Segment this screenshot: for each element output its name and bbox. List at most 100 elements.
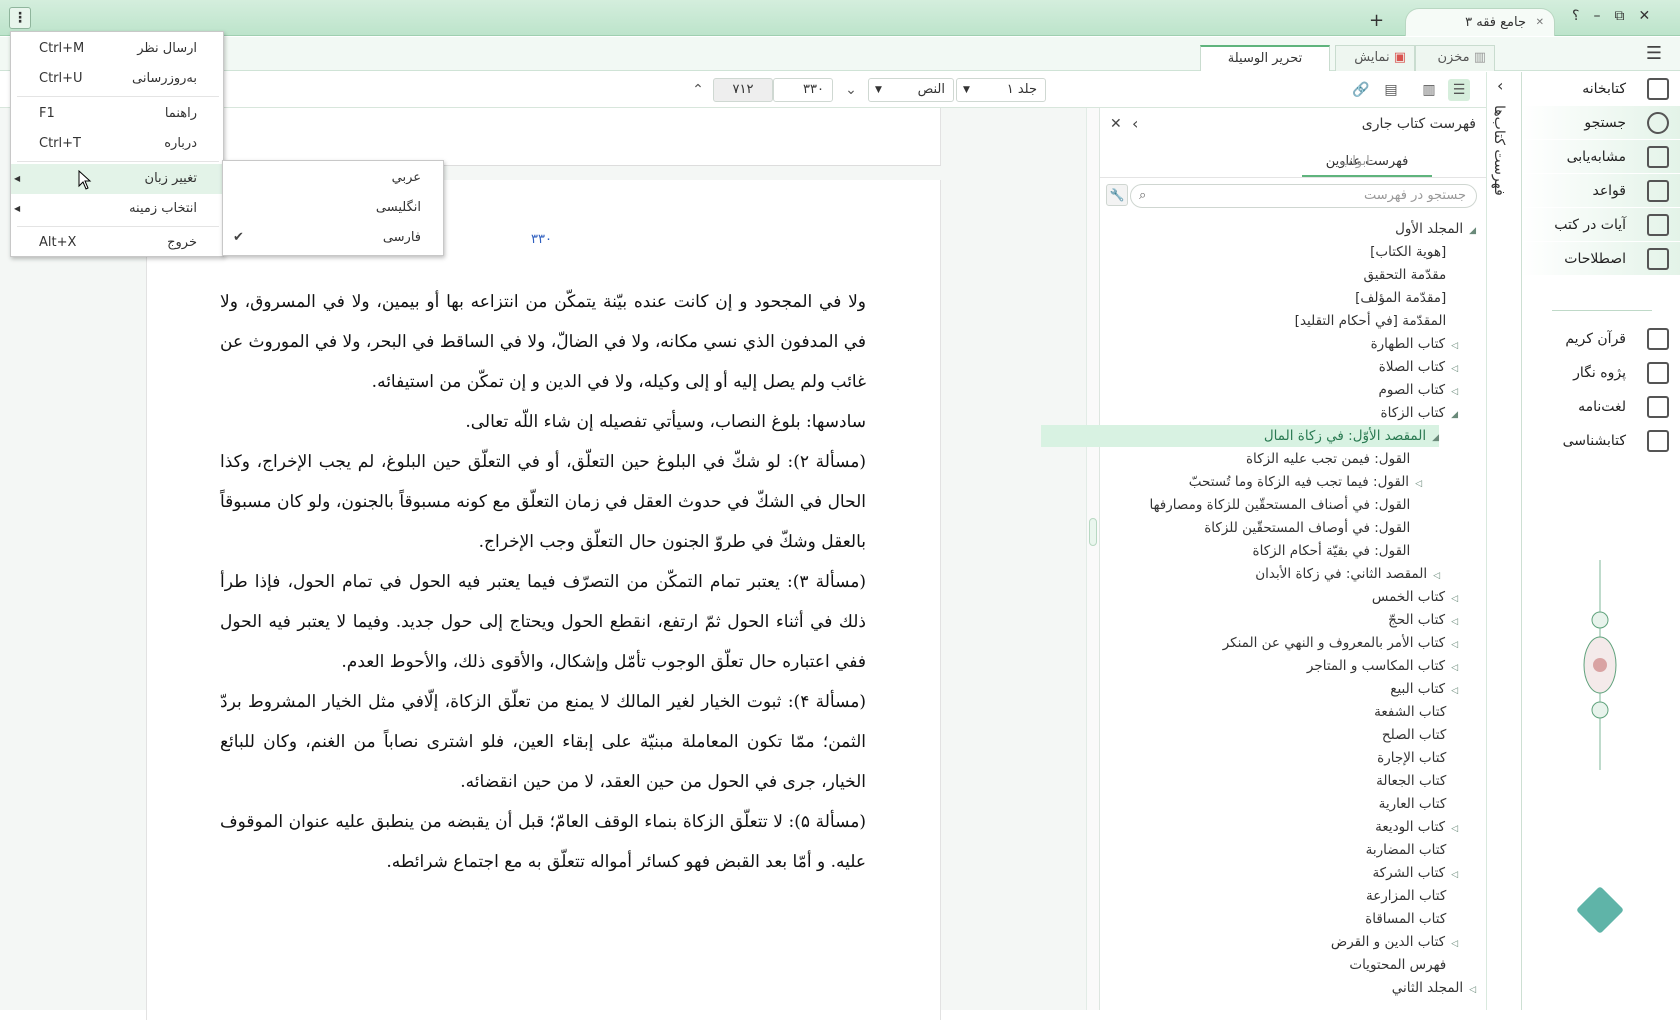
expand-arrow-icon[interactable]: ◢ (1469, 226, 1476, 236)
toc-tree-item[interactable]: القول: فيمن تجب عليه الزكاة (1246, 448, 1422, 470)
nav-research[interactable]: پژوه نگار (1522, 356, 1680, 390)
expand-arrow-icon[interactable]: ◁ (1451, 594, 1458, 604)
expand-arrow-icon[interactable]: ◁ (1451, 663, 1458, 673)
expand-arrow-icon[interactable] (1452, 249, 1458, 259)
book-view-icon[interactable]: ▥ (1418, 79, 1440, 101)
tab-storage[interactable]: ▥ مخزن (1415, 45, 1495, 71)
toc-tree-item[interactable]: ◁كتاب المكاسب و المتاجر (1307, 655, 1458, 677)
toc-tree-item[interactable]: كتاب المضاربة (1366, 839, 1458, 861)
expand-arrow-icon[interactable] (1452, 778, 1458, 788)
toc-tree-item[interactable]: كتاب المزارعة (1366, 885, 1458, 907)
nav-quran[interactable]: قرآن کریم (1522, 322, 1680, 356)
nav-search[interactable]: جستجو (1522, 106, 1680, 140)
toc-tree-item[interactable]: [مقدّمة المؤلف] (1355, 287, 1458, 309)
chevron-left-icon[interactable]: ‹ (1497, 76, 1503, 95)
toc-tree-item[interactable]: ◁كتاب الحجّ (1388, 609, 1458, 631)
toc-tree-item[interactable]: ◁القول: فيما تجب فيه الزكاة وما تُستحبّ (1189, 471, 1422, 493)
chevron-up-icon[interactable]: ⌃ (687, 79, 709, 101)
toc-tree-item[interactable]: مقدّمة التحقيق (1364, 264, 1458, 286)
language-option-arabic[interactable]: عربي (221, 163, 443, 193)
toc-tree-item[interactable]: كتاب العارية (1379, 793, 1458, 815)
toc-tree-item[interactable]: ◁كتاب الصوم (1379, 379, 1458, 401)
volume-select[interactable]: جلد ۱ ▼ (956, 78, 1046, 102)
pane-splitter[interactable] (1086, 108, 1100, 1010)
wrench-icon[interactable]: 🔧 (1106, 184, 1128, 206)
chevron-right-icon[interactable]: › (1132, 114, 1138, 133)
link-icon[interactable]: 🔗 (1350, 79, 1372, 101)
expand-arrow-icon[interactable] (1452, 295, 1458, 305)
expand-arrow-icon[interactable]: ◁ (1451, 939, 1458, 949)
toc-tree-item[interactable]: ◁كتاب الطهارة (1371, 333, 1458, 355)
toc-search-input[interactable]: جستجو در فهرست ⌕ (1130, 184, 1477, 208)
splitter-handle[interactable] (1089, 518, 1097, 546)
expand-arrow-icon[interactable]: ◁ (1451, 870, 1458, 880)
expand-arrow-icon[interactable] (1452, 732, 1458, 742)
close-tab-icon[interactable]: ✕ (1536, 9, 1544, 37)
menu-item-about[interactable]: درباره Ctrl+T (11, 129, 225, 159)
toc-tree-item[interactable]: كتاب الجعالة (1376, 770, 1458, 792)
restore-icon[interactable]: ⧉ (1614, 8, 1624, 24)
toc-tree-item[interactable]: ◁كتاب الشركة (1372, 862, 1458, 884)
hamburger-menu-icon[interactable]: ☰ (1646, 43, 1662, 64)
toc-tree-item[interactable]: ◁كتاب الدين و القرض (1331, 931, 1458, 953)
side-panel-label[interactable]: فهرست کتاب‌ها (1491, 105, 1507, 196)
expand-arrow-icon[interactable] (1452, 709, 1458, 719)
expand-arrow-icon[interactable] (1416, 456, 1422, 466)
expand-arrow-icon[interactable]: ◁ (1433, 571, 1440, 581)
expand-arrow-icon[interactable] (1452, 801, 1458, 811)
expand-arrow-icon[interactable] (1452, 962, 1458, 972)
toc-tree-item[interactable]: كتاب الصلح (1382, 724, 1458, 746)
menu-item-language[interactable]: ◀ تغییر زبان (11, 164, 225, 194)
toc-tree-item[interactable]: ◢المجلد الأول (1395, 218, 1476, 240)
list-view-icon[interactable]: ☰ (1448, 79, 1470, 101)
expand-arrow-icon[interactable]: ◁ (1451, 640, 1458, 650)
expand-arrow-icon[interactable] (1416, 502, 1422, 512)
add-tab-button[interactable]: + (1369, 10, 1384, 31)
toc-tree-item[interactable]: كتاب الشفعة (1374, 701, 1458, 723)
expand-arrow-icon[interactable]: ◁ (1451, 364, 1458, 374)
toc-tree-item[interactable]: ◁كتاب الأمر بالمعروف و النهي عن المنكر (1223, 632, 1458, 654)
expand-arrow-icon[interactable] (1452, 847, 1458, 857)
bookmark-icon[interactable]: ▤ (1380, 79, 1402, 101)
toc-tree-item[interactable]: [هوية الكتاب] (1370, 241, 1458, 263)
nav-library[interactable]: کتابخانه (1522, 72, 1680, 106)
toc-tree-item[interactable]: المقدّمة [في أحكام التقليد] (1295, 310, 1458, 332)
nav-verses[interactable]: آیات در کتب (1522, 208, 1680, 242)
menu-item-update[interactable]: به‌روزرسانی Ctrl+U (11, 64, 225, 94)
expand-arrow-icon[interactable] (1452, 318, 1458, 328)
toc-tree-item[interactable]: ◢المقصد الأوّل: في زكاة المال (1041, 425, 1439, 447)
toc-tree-item[interactable]: القول: في أوصاف المستحقّين للزكاة (1204, 517, 1422, 539)
nav-similarity[interactable]: مشابه‌یابی (1522, 140, 1680, 174)
toc-tree-item[interactable]: القول: في أصناف المستحقّين للزكاة ومصارف… (1149, 494, 1422, 516)
language-option-english[interactable]: انگلیسی (221, 193, 443, 223)
help-icon[interactable]: ؟ (1572, 8, 1579, 24)
expand-arrow-icon[interactable] (1452, 916, 1458, 926)
expand-arrow-icon[interactable] (1416, 525, 1422, 535)
tab-book[interactable]: تحرير الوسيلة (1200, 45, 1330, 71)
tab-display[interactable]: ▣ نمایش (1335, 45, 1415, 71)
toc-tree-item[interactable]: ◁كتاب الصلاة (1379, 356, 1458, 378)
nav-terms[interactable]: اصطلاحات (1522, 242, 1680, 276)
toc-tree-item[interactable]: ◁كتاب الخمس (1372, 586, 1458, 608)
toc-tree-item[interactable]: فهرس المحتويات (1349, 954, 1458, 976)
language-option-persian[interactable]: فارسی ✔ (221, 223, 443, 253)
chevron-down-icon[interactable]: ⌄ (840, 79, 862, 101)
menu-item-feedback[interactable]: ارسال نظر Ctrl+M (11, 34, 225, 64)
expand-arrow-icon[interactable] (1452, 755, 1458, 765)
menu-item-help[interactable]: راهنما F1 (11, 99, 225, 129)
expand-arrow-icon[interactable]: ◢ (1451, 410, 1458, 420)
expand-arrow-icon[interactable]: ◢ (1432, 433, 1439, 443)
toc-tree-item[interactable]: كتاب المساقاة (1365, 908, 1458, 930)
toc-tree-item[interactable]: القول: في بقيّة أحكام الزكاة (1253, 540, 1422, 562)
expand-arrow-icon[interactable] (1416, 548, 1422, 558)
close-panel-icon[interactable]: ✕ (1110, 116, 1122, 132)
toc-tree-item[interactable]: ◁المجلد الثاني (1392, 977, 1476, 999)
nav-rules[interactable]: قواعد (1522, 174, 1680, 208)
tab-toc-chapters[interactable]: ابواب (1340, 154, 1370, 169)
toc-tree-item[interactable]: ◢كتاب الزكاة (1381, 402, 1458, 424)
expand-arrow-icon[interactable]: ◁ (1451, 617, 1458, 627)
app-menu-button[interactable]: ⋮ (9, 7, 31, 29)
menu-item-exit[interactable]: خروج Alt+X (11, 228, 225, 258)
toc-tree-item[interactable]: ◁كتاب الوديعة (1375, 816, 1458, 838)
expand-arrow-icon[interactable]: ◁ (1415, 479, 1422, 489)
